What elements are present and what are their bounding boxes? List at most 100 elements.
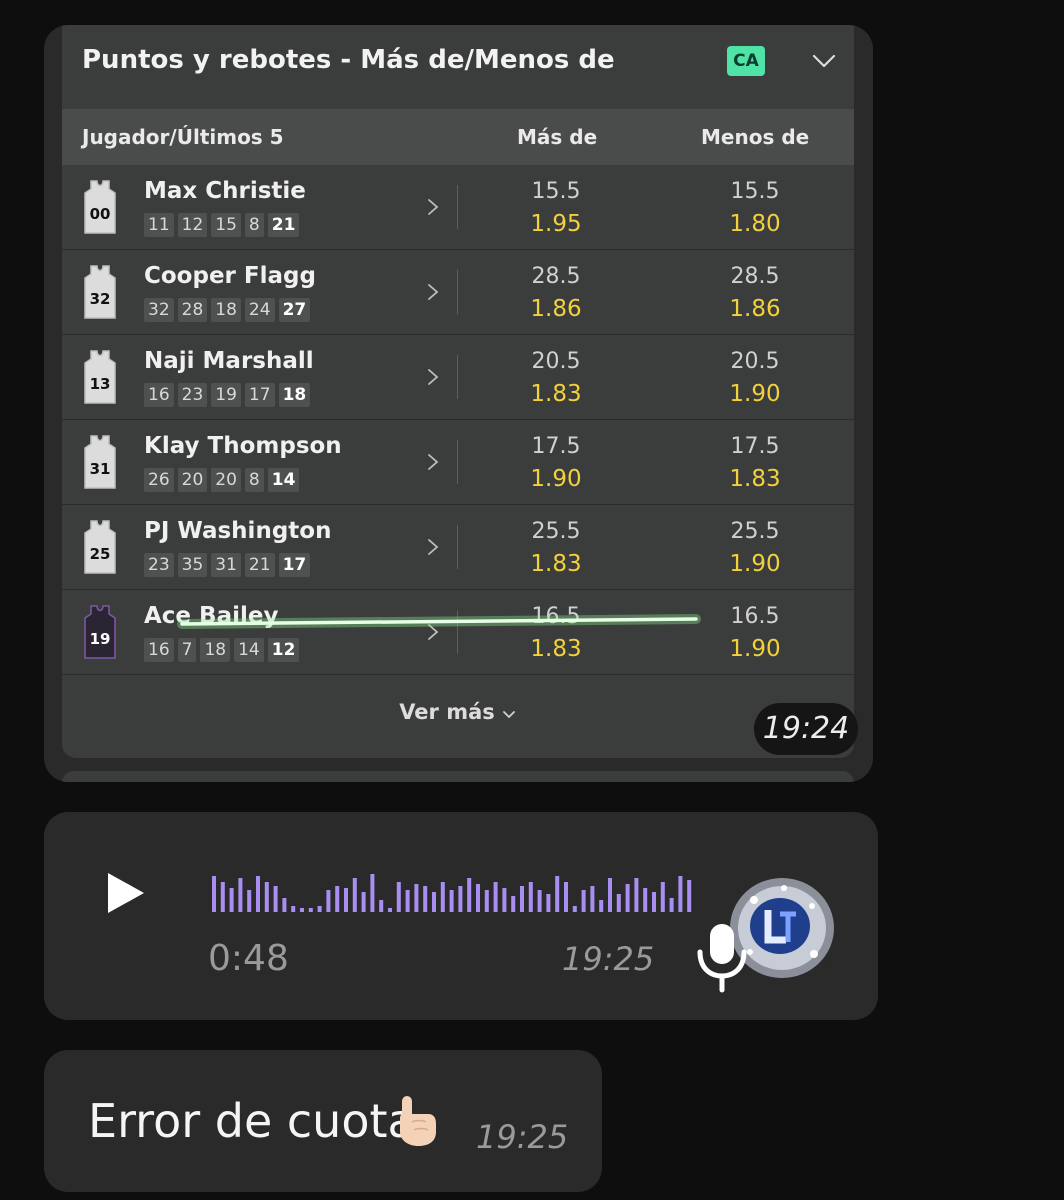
player-name: Ace Bailey (144, 603, 279, 629)
chevron-right-icon[interactable] (426, 622, 440, 642)
stat-value: 14 (267, 468, 300, 492)
waveform-bar (264, 882, 269, 912)
waveform-bar (528, 882, 533, 912)
stat-value: 17 (244, 383, 275, 407)
stat-value: 23 (144, 553, 174, 577)
under-line: 28.5 (730, 264, 780, 289)
under-option[interactable]: 16.5 1.90 (695, 602, 815, 666)
waveform-bar (458, 886, 463, 912)
waveform-bar (590, 886, 595, 912)
waveform-bar (388, 908, 392, 912)
play-icon[interactable] (104, 870, 148, 916)
waveform-bar (484, 890, 489, 912)
over-option[interactable]: 28.5 1.86 (496, 262, 616, 326)
jersey-number: 00 (90, 205, 111, 223)
waveform-bar (238, 878, 243, 912)
divider (457, 270, 458, 314)
chevron-right-icon[interactable] (426, 367, 440, 387)
waveform-bar (581, 890, 586, 912)
stat-value: 21 (244, 553, 275, 577)
waveform-bar (423, 886, 428, 912)
waveform-bar (687, 880, 692, 912)
over-odds: 1.83 (530, 381, 582, 407)
chevron-down-icon[interactable] (810, 49, 838, 73)
over-option[interactable]: 17.5 1.90 (496, 432, 616, 496)
player-row[interactable]: 13 Naji Marshall 16 23 19 17 18 20.5 1.83 20.5 1.9… (62, 335, 854, 420)
over-odds: 1.86 (530, 296, 582, 322)
waveform-bar (405, 890, 410, 912)
stat-value: 31 (211, 553, 241, 577)
stat-value: 8 (244, 468, 264, 492)
under-option[interactable]: 25.5 1.90 (695, 517, 815, 581)
stat-value: 18 (211, 298, 241, 322)
voice-timestamp: 19:25 (562, 940, 655, 978)
chevron-right-icon[interactable] (426, 197, 440, 217)
waveform-bar (476, 884, 480, 912)
stat-value: 26 (144, 468, 174, 492)
voice-duration: 0:48 (208, 938, 289, 979)
under-odds: 1.90 (729, 551, 781, 577)
over-option[interactable]: 25.5 1.83 (496, 517, 616, 581)
over-option[interactable]: 15.5 1.95 (496, 177, 616, 241)
waveform-bar (616, 894, 621, 912)
stat-value: 18 (278, 383, 311, 407)
waveform-bar (643, 888, 648, 912)
jersey-number: 32 (90, 290, 111, 308)
chevron-right-icon[interactable] (426, 452, 440, 472)
table-header: Jugador/Últimos 5 Más de Menos de (62, 109, 854, 165)
stat-value: 17 (278, 553, 311, 577)
message-text: Error de cuota (88, 1094, 416, 1148)
market-title: Puntos y rebotes - Más de/Menos de (82, 45, 615, 75)
player-row[interactable]: 00 Max Christie 11 12 15 8 21 15.5 1.95 15.5 1.80 (62, 165, 854, 250)
player-row[interactable]: 25 PJ Washington 23 35 31 21 17 25.5 1.83 25.5 1.9… (62, 505, 854, 590)
over-line: 15.5 (531, 179, 581, 204)
audio-waveform[interactable] (208, 872, 694, 914)
over-line: 25.5 (531, 519, 581, 544)
chevron-down-icon (502, 710, 515, 718)
header-under: Menos de (701, 125, 810, 149)
last-five-stats: 32 28 18 24 27 (144, 298, 311, 322)
message-timestamp: 19:24 (754, 703, 858, 755)
bet-card-message: Puntos y rebotes - Más de/Menos de CA Ju… (44, 25, 873, 782)
see-more-button[interactable]: Ver más (62, 700, 854, 724)
header-over: Más de (517, 125, 598, 149)
waveform-bar (229, 888, 234, 912)
under-odds: 1.83 (729, 466, 781, 492)
jersey-icon: 19 (84, 605, 116, 659)
jersey-icon: 31 (84, 435, 116, 489)
waveform-bar (511, 896, 516, 912)
waveform-bar (300, 908, 304, 912)
divider (457, 525, 458, 569)
waveform-bar (256, 876, 260, 912)
waveform-bar (344, 888, 348, 912)
over-option[interactable]: 20.5 1.83 (496, 347, 616, 411)
stat-value: 20 (211, 468, 241, 492)
divider (457, 610, 458, 654)
under-option[interactable]: 20.5 1.90 (695, 347, 815, 411)
under-option[interactable]: 15.5 1.80 (695, 177, 815, 241)
last-five-stats: 16 23 19 17 18 (144, 383, 311, 407)
chevron-right-icon[interactable] (426, 537, 440, 557)
player-row[interactable]: 32 Cooper Flagg 32 28 18 24 27 28.5 1.86 28.5 1.86 (62, 250, 854, 335)
chevron-right-icon[interactable] (426, 282, 440, 302)
jersey-icon: 25 (84, 520, 116, 574)
last-five-stats: 26 20 20 8 14 (144, 468, 300, 492)
waveform-bar (308, 908, 313, 912)
stat-value: 27 (278, 298, 311, 322)
waveform-bar (370, 874, 375, 912)
divider (457, 440, 458, 484)
waveform-bar (326, 890, 331, 912)
under-option[interactable]: 28.5 1.86 (695, 262, 815, 326)
waveform-bar (291, 906, 296, 912)
divider (457, 355, 458, 399)
player-row[interactable]: 19 Ace Bailey 16 7 18 14 12 16.5 1.83 16.5 1.90 (62, 590, 854, 675)
stat-value: 16 (144, 638, 174, 662)
stat-value: 14 (234, 638, 264, 662)
under-option[interactable]: 17.5 1.83 (695, 432, 815, 496)
over-option[interactable]: 16.5 1.83 (496, 602, 616, 666)
divider (457, 185, 458, 229)
player-name: Naji Marshall (144, 348, 314, 374)
player-row[interactable]: 31 Klay Thompson 26 20 20 8 14 17.5 1.90 17.5 1.83 (62, 420, 854, 505)
over-line: 16.5 (531, 604, 581, 629)
waveform-bar (212, 876, 216, 912)
